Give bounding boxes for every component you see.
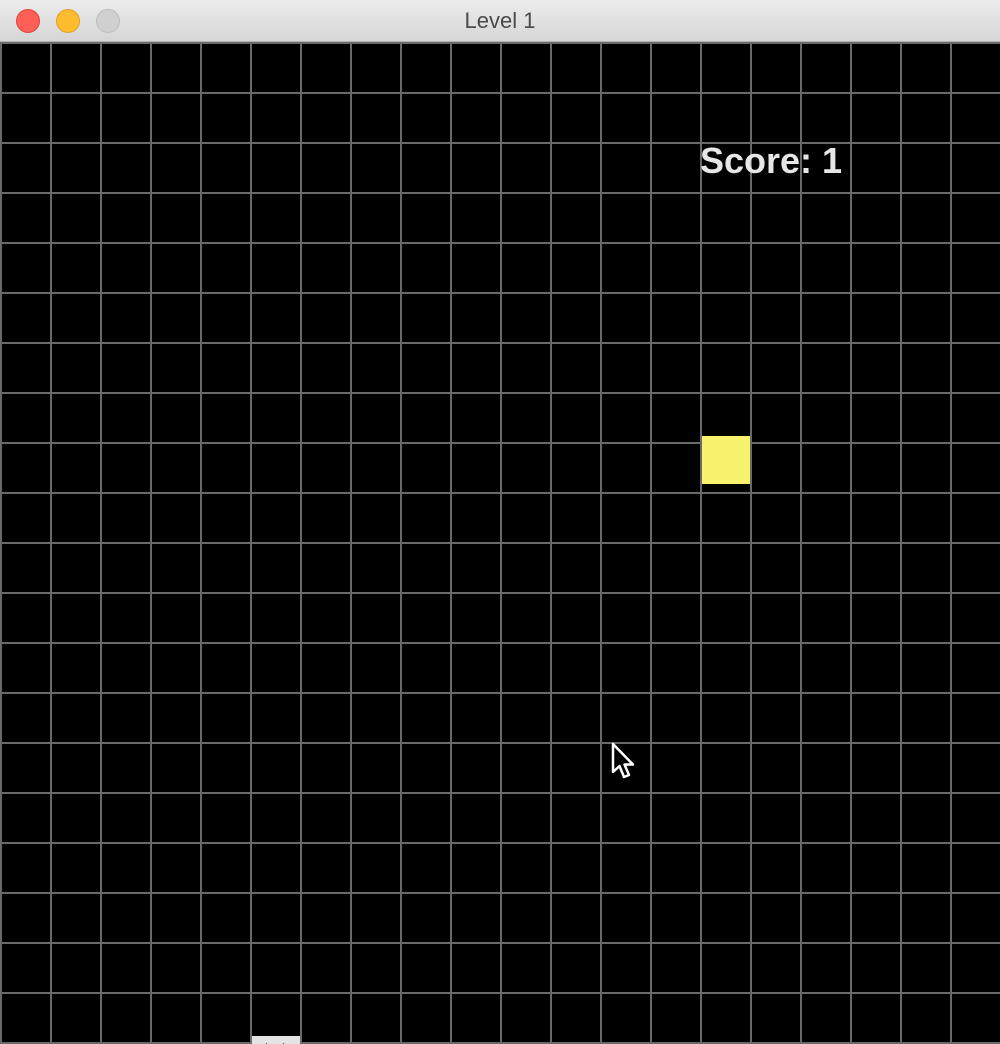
game-window: Level 1 Score: 1 [0,0,1000,1044]
title-bar[interactable]: Level 1 [0,0,1000,42]
game-board[interactable]: Score: 1 [0,42,1000,1044]
mouse-cursor-icon [611,742,635,779]
window-title: Level 1 [464,8,536,33]
score-label: Score: 1 [700,140,843,181]
snake-head [252,1036,300,1044]
food-tile [702,436,750,484]
